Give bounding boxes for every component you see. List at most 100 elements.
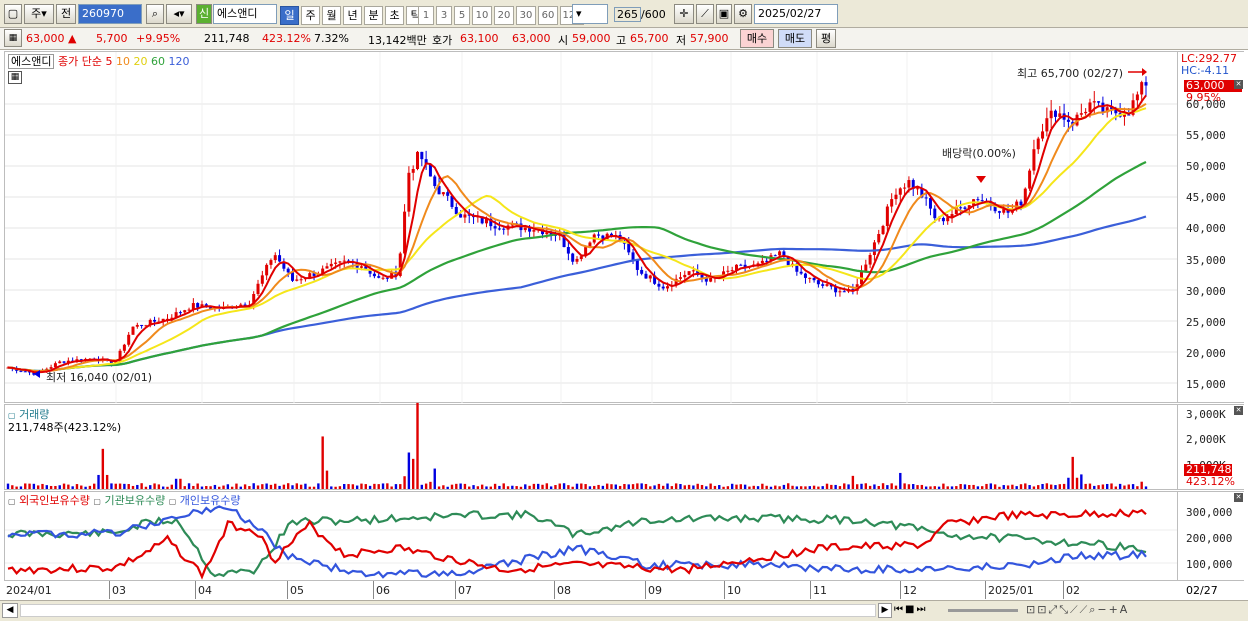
- candle-body: [928, 198, 932, 209]
- x-tick: [373, 581, 374, 599]
- candle-body: [864, 264, 868, 272]
- candle-body: [627, 243, 631, 253]
- legend-ma120: 120: [168, 55, 190, 68]
- volume-bar: [873, 484, 876, 489]
- volume-bar: [739, 484, 743, 489]
- volume-bar: [343, 483, 346, 489]
- table-icon[interactable]: ▦: [8, 71, 22, 84]
- holding-pane-close-icon[interactable]: ✕: [1234, 493, 1243, 502]
- candle-body: [459, 214, 463, 218]
- chart-svg[interactable]: [0, 0, 1248, 621]
- volume-bar: [493, 483, 497, 489]
- volume-bar: [808, 486, 811, 489]
- volume-bar: [45, 485, 48, 489]
- scroll-track[interactable]: [20, 604, 876, 617]
- x-label-7: 09: [648, 584, 662, 597]
- candle-body: [286, 268, 290, 273]
- volume-bar: [541, 484, 544, 489]
- playback-controls[interactable]: ⏮■⏭: [894, 604, 927, 615]
- candle-body: [997, 211, 1001, 213]
- volume-bar: [812, 485, 816, 489]
- volume-bar: [765, 485, 768, 489]
- volume-bar: [1024, 483, 1027, 489]
- volume-bar: [218, 486, 221, 489]
- scroll-right-icon[interactable]: ▶: [878, 603, 892, 618]
- x-label-9: 11: [813, 584, 827, 597]
- volume-bar: [416, 402, 419, 489]
- volume-bar: [799, 486, 803, 489]
- volume-bar: [256, 485, 260, 489]
- candle-body: [433, 176, 437, 187]
- candle-body: [842, 291, 846, 293]
- price-pane-close-icon[interactable]: ✕: [1234, 80, 1243, 89]
- volume-bar: [62, 483, 66, 489]
- volume-bar: [93, 483, 96, 489]
- volume-bar: [15, 486, 18, 489]
- candle-body: [1066, 119, 1070, 122]
- forward-icon[interactable]: ⏭: [916, 604, 927, 615]
- volume-bar: [567, 485, 570, 489]
- candle-body: [196, 303, 200, 308]
- volume-bar: [67, 484, 70, 489]
- candle-body: [291, 272, 294, 281]
- zoom-slider[interactable]: [948, 609, 1018, 612]
- volume-bar: [631, 484, 635, 489]
- candle-body: [135, 324, 139, 327]
- x-end-label: 02/27: [1186, 584, 1218, 597]
- candle-body: [178, 312, 182, 314]
- volume-bar: [894, 485, 898, 489]
- volume-bar: [959, 484, 962, 489]
- x-label-2: 04: [198, 584, 212, 597]
- volume-bar: [1080, 474, 1083, 489]
- volume-bar: [843, 483, 846, 489]
- legend-ma10: 10: [115, 55, 130, 68]
- volume-bar: [334, 486, 337, 489]
- volume-bar: [243, 484, 247, 489]
- candle-body: [446, 192, 450, 196]
- volume-bar: [239, 486, 242, 489]
- candle-body: [700, 274, 704, 278]
- volume-bar: [506, 486, 510, 489]
- volume-bar: [1140, 481, 1143, 489]
- ma120-line: [7, 215, 1147, 373]
- volume-bar: [1067, 477, 1070, 489]
- volume-bar: [950, 486, 954, 489]
- candle-body: [295, 279, 299, 281]
- rewind-icon[interactable]: ⏮: [894, 604, 905, 615]
- volume-bar: [170, 484, 174, 489]
- volume-bar: [985, 483, 988, 489]
- candle-body: [980, 200, 984, 202]
- candle-body: [691, 270, 695, 272]
- candle-body: [273, 255, 277, 261]
- tool-icons[interactable]: ⊡⊡⤢⤡⟋⟋⌕−+A: [1026, 603, 1129, 617]
- candle-body: [1101, 102, 1105, 113]
- candle-body: [1053, 110, 1057, 117]
- volume-bar: [998, 486, 1001, 489]
- x-label-6: 08: [557, 584, 571, 597]
- stop-icon[interactable]: ■: [905, 604, 916, 615]
- volume-bar: [153, 483, 156, 489]
- volume-bar: [916, 485, 919, 489]
- candle-body: [959, 207, 963, 209]
- volume-pane-close-icon[interactable]: ✕: [1234, 406, 1243, 415]
- scroll-left-icon[interactable]: ◀: [2, 603, 18, 618]
- x-label-11: 2025/01: [988, 584, 1034, 597]
- candle-body: [726, 270, 730, 272]
- volume-bar: [709, 483, 712, 489]
- volume-bar: [502, 483, 505, 489]
- volume-bar: [726, 486, 730, 489]
- x-label-1: 03: [112, 584, 126, 597]
- volume-bar: [787, 483, 790, 489]
- volume-bar: [968, 484, 971, 489]
- volume-bar: [373, 483, 376, 489]
- volume-bar: [636, 483, 639, 489]
- volume-bar: [269, 484, 273, 489]
- price-legend: 에스앤디 종가 단순 5 10 20 60 120: [8, 53, 189, 69]
- volume-bar: [123, 483, 126, 489]
- candle-body: [631, 252, 635, 260]
- volume-bar: [149, 485, 152, 489]
- candle-body: [661, 286, 665, 289]
- volume-bar: [1032, 486, 1036, 489]
- volume-bar: [1110, 483, 1113, 489]
- volume-bar: [411, 458, 415, 489]
